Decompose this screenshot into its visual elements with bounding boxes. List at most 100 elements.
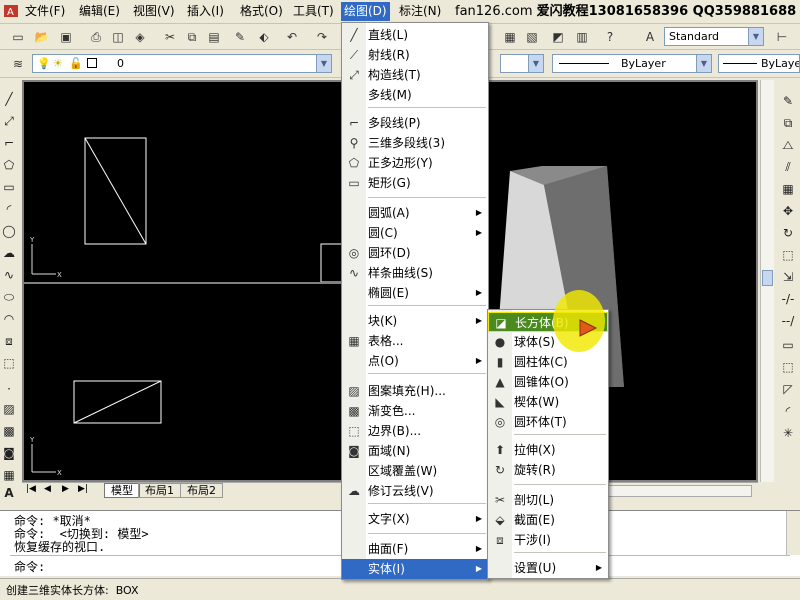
fillet-tool-icon[interactable]: ◜: [779, 402, 797, 420]
solids-menu-item[interactable]: ⧈ 干涉(I): [488, 530, 608, 550]
draw-menu-item[interactable]: 实体(I) ▶: [342, 559, 488, 579]
redo-icon[interactable]: ↷: [312, 27, 332, 47]
menu-edit[interactable]: 编辑(E): [76, 2, 123, 21]
print-icon[interactable]: ⎙: [86, 27, 106, 47]
revcloud-tool-icon[interactable]: ☁: [0, 244, 18, 262]
line-tool-icon[interactable]: ╱: [0, 90, 18, 108]
rectangle-tool-icon[interactable]: ▭: [0, 178, 18, 196]
open-icon[interactable]: 📂: [32, 27, 52, 47]
trim-tool-icon[interactable]: -/-: [779, 290, 797, 308]
ellipse-arc-tool-icon[interactable]: ◠: [0, 310, 18, 328]
draw-menu-item[interactable]: ◙ 面域(N): [342, 441, 488, 461]
solids-menu-item[interactable]: ⬆ 拉伸(X): [488, 440, 608, 460]
preview-icon[interactable]: ◫: [108, 27, 128, 47]
sheetset-icon[interactable]: ▧: [522, 27, 542, 47]
cut-icon[interactable]: ✂: [160, 27, 180, 47]
break-tool-icon[interactable]: ▭: [779, 336, 797, 354]
tab-nav-last-icon[interactable]: ▶|: [78, 484, 88, 494]
mirror-tool-icon[interactable]: ⧍: [779, 136, 797, 154]
layer-select[interactable]: 💡 ☀ 🔓 0 ▼: [32, 54, 332, 73]
polyline-tool-icon[interactable]: ⌐: [0, 134, 18, 152]
gradient-tool-icon[interactable]: ▩: [0, 422, 18, 440]
markup-icon[interactable]: ◩: [548, 27, 568, 47]
chevron-down-icon[interactable]: ▼: [528, 55, 543, 72]
chamfer-tool-icon[interactable]: ◸: [779, 380, 797, 398]
erase-tool-icon[interactable]: ✎: [779, 92, 797, 110]
draw-menu-item[interactable]: ⬚ 边界(B)...: [342, 421, 488, 441]
matchprop-icon[interactable]: ✎: [230, 27, 250, 47]
menu-dimension[interactable]: 标注(N): [396, 2, 444, 21]
text-style-select[interactable]: Standard ▼: [664, 27, 764, 46]
draw-menu-item[interactable]: ▨ 图案填充(H)...: [342, 381, 488, 401]
move-tool-icon[interactable]: ✥: [779, 202, 797, 220]
array-tool-icon[interactable]: ▦: [779, 180, 797, 198]
stretch-tool-icon[interactable]: ⇲: [779, 268, 797, 286]
toolpalette-icon[interactable]: ▦: [500, 27, 520, 47]
draw-menu-item[interactable]: 椭圆(E) ▶: [342, 283, 488, 303]
draw-menu-item[interactable]: ⟋ 射线(R): [342, 45, 488, 65]
hatch-tool-icon[interactable]: ▨: [0, 400, 18, 418]
paste-icon[interactable]: ▤: [204, 27, 224, 47]
solids-menu-item[interactable]: ✂ 剖切(L): [488, 490, 608, 510]
draw-menu-item[interactable]: ◎ 圆环(D): [342, 243, 488, 263]
solids-menu-item[interactable]: ◣ 楔体(W): [488, 392, 608, 412]
explode-tool-icon[interactable]: ✳: [779, 424, 797, 442]
tab-nav-prev-icon[interactable]: ◀: [44, 484, 51, 494]
solids-menu-item[interactable]: ▮ 圆柱体(C): [488, 352, 608, 372]
tab-nav-first-icon[interactable]: |◀: [26, 484, 36, 494]
table-tool-icon[interactable]: ▦: [0, 466, 18, 484]
tab-layout1[interactable]: 布局1: [138, 483, 181, 498]
draw-menu-item[interactable]: 圆弧(A) ▶: [342, 203, 488, 223]
chevron-down-icon[interactable]: ▼: [696, 55, 711, 72]
draw-menu-item[interactable]: ⌐ 多段线(P): [342, 113, 488, 133]
draw-menu-item[interactable]: ⬠ 正多边形(Y): [342, 153, 488, 173]
copy-icon[interactable]: ⧉: [182, 27, 202, 47]
point-tool-icon[interactable]: ·: [0, 380, 18, 398]
draw-menu-item[interactable]: 块(K) ▶: [342, 311, 488, 331]
chevron-down-icon[interactable]: ▼: [748, 28, 763, 45]
rotate-tool-icon[interactable]: ↻: [779, 224, 797, 242]
draw-menu-item[interactable]: ▦ 表格...: [342, 331, 488, 351]
viewport-top-left[interactable]: X Y: [24, 82, 343, 283]
horizontal-scrollbar[interactable]: [602, 485, 752, 497]
tab-layout2[interactable]: 布局2: [180, 483, 223, 498]
color-select[interactable]: ▼: [500, 54, 544, 73]
draw-menu-item[interactable]: 曲面(F) ▶: [342, 539, 488, 559]
arc-tool-icon[interactable]: ◜: [0, 200, 18, 218]
block-editor-icon[interactable]: ⬖: [254, 27, 274, 47]
menu-format[interactable]: 格式(O): [237, 2, 286, 21]
draw-menu-item[interactable]: 点(O) ▶: [342, 351, 488, 371]
scrollbar-thumb[interactable]: [762, 270, 773, 286]
menu-tools[interactable]: 工具(T): [290, 2, 337, 21]
undo-icon[interactable]: ↶: [282, 27, 302, 47]
draw-menu-item[interactable]: ⚲ 三维多段线(3): [342, 133, 488, 153]
draw-menu-item[interactable]: 文字(X) ▶: [342, 509, 488, 529]
xline-tool-icon[interactable]: ⤢: [0, 112, 18, 130]
command-prompt[interactable]: 命令:: [14, 558, 45, 575]
make-block-tool-icon[interactable]: ⬚: [0, 354, 18, 372]
draw-menu-item[interactable]: ⤢ 构造线(T): [342, 65, 488, 85]
lineweight-select[interactable]: ByLayer: [718, 54, 800, 73]
vertical-scrollbar[interactable]: [760, 80, 774, 482]
help-icon[interactable]: ?: [600, 27, 620, 47]
draw-menu-item[interactable]: ▭ 矩形(G): [342, 173, 488, 193]
draw-menu-item[interactable]: ∿ 样条曲线(S): [342, 263, 488, 283]
solids-menu-item[interactable]: ⬙ 截面(E): [488, 510, 608, 530]
linetype-select[interactable]: ByLayer ▼: [552, 54, 712, 73]
spline-tool-icon[interactable]: ∿: [0, 266, 18, 284]
app-icon[interactable]: A: [0, 2, 20, 21]
region-tool-icon[interactable]: ◙: [0, 444, 18, 462]
new-icon[interactable]: ▭: [8, 27, 28, 47]
publish-icon[interactable]: ◈: [130, 27, 150, 47]
draw-menu-item[interactable]: 多线(M): [342, 85, 488, 105]
menu-file[interactable]: 文件(F): [22, 2, 68, 21]
polygon-tool-icon[interactable]: ⬠: [0, 156, 18, 174]
draw-menu-item[interactable]: 区域覆盖(W): [342, 461, 488, 481]
mtext-tool-icon[interactable]: A: [0, 484, 18, 502]
save-icon[interactable]: ▣: [56, 27, 76, 47]
calculator-icon[interactable]: ▥: [572, 27, 592, 47]
tab-model[interactable]: 模型: [104, 483, 140, 498]
solids-menu-item[interactable]: ◎ 圆环体(T): [488, 412, 608, 432]
draw-menu-item[interactable]: ▩ 渐变色...: [342, 401, 488, 421]
solids-menu-item[interactable]: 设置(U) ▶: [488, 558, 608, 578]
